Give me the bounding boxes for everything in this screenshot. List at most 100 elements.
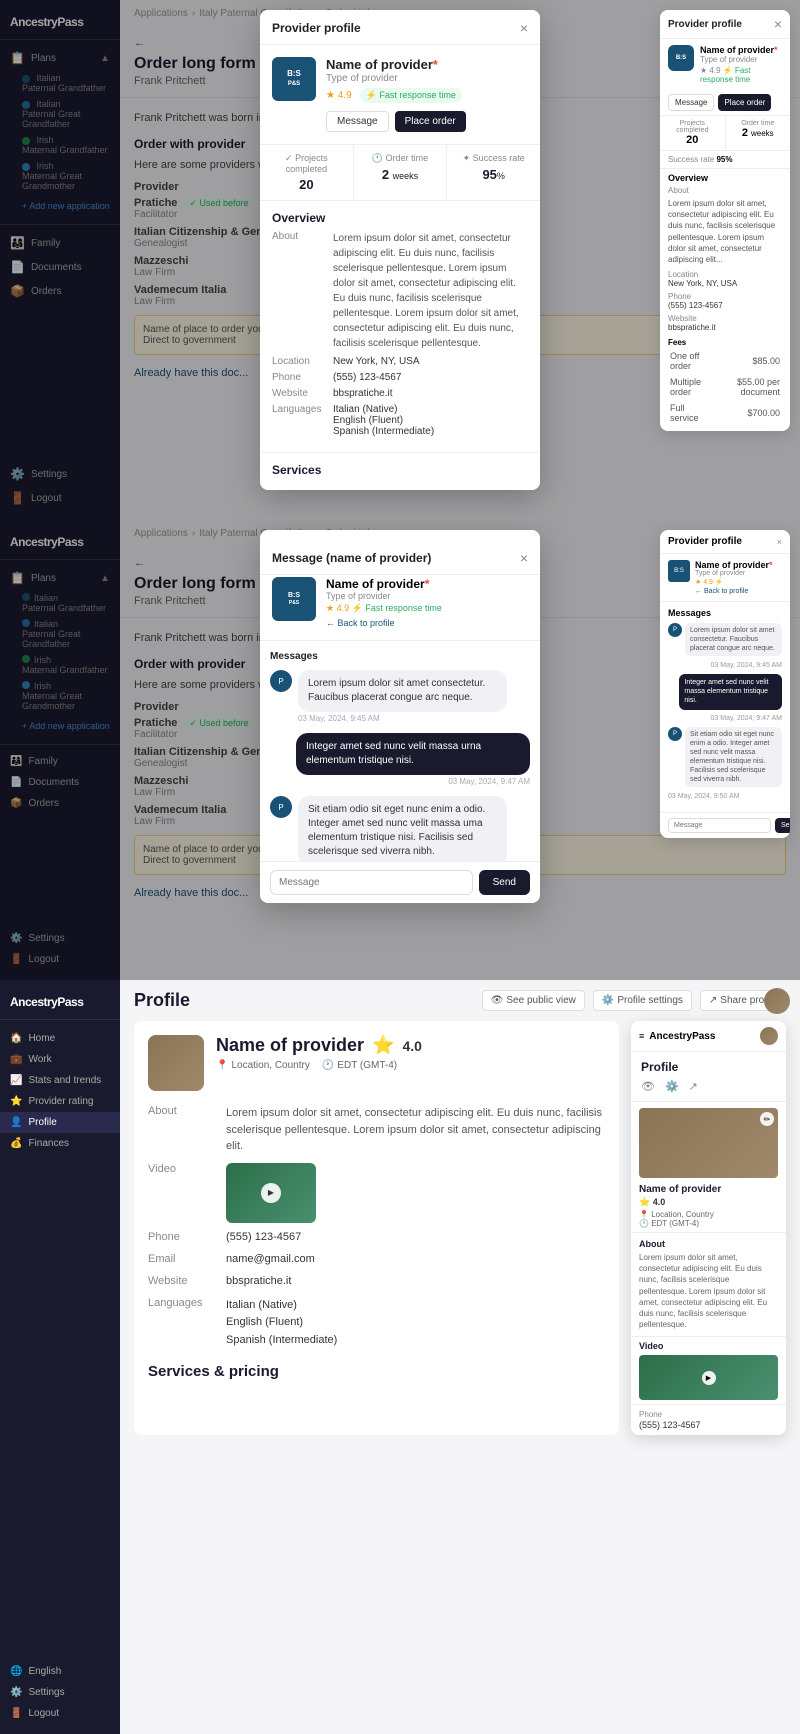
profile-languages-row: Languages Italian (Native)English (Fluen… (148, 1297, 605, 1350)
provider-profile-modal: Provider profile × B:SP&S Name of provid… (260, 10, 540, 490)
services-title-modal: Services (272, 463, 528, 477)
side-eye-icon[interactable]: 👁 (641, 1080, 655, 1093)
see-public-view-btn[interactable]: 👁 See public view (482, 990, 585, 1011)
provider-stats-1: ✓ Projects completed 20 🕐 Order time 2 w… (260, 144, 540, 201)
sidebar3-settings[interactable]: ⚙️Settings (0, 1682, 120, 1703)
stat-success-rate: ✦ Success rate 95% (447, 145, 540, 200)
message-provider-hero: B:SP&S Name of provider* Type of provide… (260, 565, 540, 641)
side-name-block: Name of provider ⭐ 4.0 📍 Location, Count… (631, 1184, 786, 1232)
overview-title: Overview (272, 211, 528, 225)
section-2: AncestryPass 📋Plans▲ ItalianPaternal Gra… (0, 520, 800, 980)
sidebar3-lang[interactable]: 🌐English (0, 1661, 120, 1682)
profile-website-row: Website bbspratiche.it (148, 1275, 605, 1291)
message-input-area: Send (260, 861, 540, 903)
stat-order-time: 🕐 Order time 2 weeks (354, 145, 448, 200)
provider-hero-1: B:SP&S Name of provider* Type of provide… (260, 45, 540, 144)
side-modal-user-avatar (760, 1027, 778, 1045)
behind-hero: B:S Name of provider* Type of provider ★… (660, 39, 790, 90)
sidebar3-rating[interactable]: ⭐Provider rating (0, 1091, 120, 1112)
languages-row: Languages Italian (Native)English (Fluen… (272, 404, 528, 437)
message-provider-logo: B:SP&S (272, 577, 316, 621)
sidebar3-home[interactable]: 🏠Home (0, 1028, 120, 1049)
behind-modal-header: Provider profile × (660, 10, 790, 39)
message-button[interactable]: Message (326, 111, 389, 132)
place-order-button[interactable]: Place order (395, 111, 466, 132)
services-pricing-section: Services & pricing (148, 1363, 605, 1380)
profile-phone-row: Phone (555) 123-4567 (148, 1231, 605, 1247)
profile-identity: Name of provider ⭐ 4.0 📍 Location, Count… (148, 1035, 605, 1091)
video-thumbnail[interactable]: ▶ (226, 1163, 316, 1223)
behind-msg-header: Provider profile × (660, 530, 790, 554)
sender-avatar-1: P (270, 670, 292, 692)
messages-container: Messages P Lorem ipsum dolor sit amet co… (260, 641, 540, 861)
sidebar3-finances[interactable]: 💰Finances (0, 1133, 120, 1154)
behind-message-input[interactable] (668, 818, 771, 833)
profile-about-row: About Lorem ipsum dolor sit amet, consec… (148, 1105, 605, 1155)
sidebar-3: AncestryPass 🏠Home 💼Work 📈Stats and tren… (0, 980, 120, 1734)
side-about-section: About Lorem ipsum dolor sit amet, consec… (631, 1232, 786, 1336)
sidebar3-profile[interactable]: 👤Profile (0, 1112, 120, 1133)
overview-section: Overview About Lorem ipsum dolor sit ame… (260, 201, 540, 453)
message-input-field[interactable] (270, 870, 473, 895)
provider-meta-1: ★ 4.9 ⚡ Fast response time (326, 88, 528, 103)
behind-message-btn[interactable]: Message (668, 94, 714, 111)
profile-settings-btn[interactable]: ⚙️ Profile settings (593, 990, 692, 1011)
behind-overview: Overview About Lorem ipsum dolor sit ame… (660, 168, 790, 431)
behind-success: Success rate 95% (660, 151, 790, 168)
behind-back-profile[interactable]: ← Back to profile (695, 588, 773, 595)
message-modal-title: Message (name of provider) (272, 551, 431, 565)
provider-logo-1: B:SP&S (272, 57, 316, 101)
profile-avatar (148, 1035, 204, 1091)
provider-actions-1: Message Place order (326, 111, 528, 132)
behind-place-btn[interactable]: Place order (718, 94, 771, 111)
play-icon[interactable]: ▶ (261, 1183, 281, 1203)
side-phone-section: Phone (555) 123-4567 (631, 1404, 786, 1435)
app-logo-3: AncestryPass (0, 980, 120, 1020)
side-gear-icon[interactable]: ⚙️ (665, 1080, 679, 1093)
behind-msg-close[interactable]: × (777, 537, 782, 547)
message-modal-header: Message (name of provider) × (260, 540, 540, 575)
side-video-section: Video ▶ (631, 1336, 786, 1404)
close-modal-button[interactable]: × (520, 20, 528, 36)
sidebar3-logout[interactable]: 🚪Logout (0, 1703, 120, 1724)
profile-full-name: Name of provider ⭐ 4.0 (216, 1035, 422, 1056)
behind-info: Name of provider* Type of provider ★ 4.9… (700, 45, 782, 84)
behind-close-button[interactable]: × (774, 16, 782, 32)
side-play-icon[interactable]: ▶ (702, 1371, 716, 1385)
services-section-modal: Services (260, 453, 540, 490)
phone-row: Phone (555) 123-4567 (272, 372, 528, 383)
behind-stat-projects: Projects completed 20 (660, 116, 726, 150)
location-row: Location New York, NY, USA (272, 356, 528, 367)
profile-meta: 📍 Location, Country 🕐 EDT (GMT-4) (216, 1060, 422, 1071)
services-title-3: Services & pricing (148, 1363, 605, 1380)
side-video-thumb[interactable]: ▶ (639, 1355, 778, 1400)
message-sent-1: Integer amet sed nunc velit massa urna e… (270, 733, 530, 786)
behind-actions: Message Place order (660, 90, 790, 115)
modal-header-1: Provider profile × (260, 10, 540, 45)
side-share-icon[interactable]: ↗ (689, 1080, 698, 1093)
message-modal: Message (name of provider) × B:SP&S Name… (260, 530, 540, 903)
behind-stat-time: Order time 2 weeks (726, 116, 791, 150)
sidebar3-stats[interactable]: 📈Stats and trends (0, 1070, 120, 1091)
behind-logo: B:S (668, 45, 694, 71)
message-close-button[interactable]: × (520, 550, 528, 566)
message-received-1: P Lorem ipsum dolor sit amet consectetur… (270, 670, 530, 723)
profile-content-area: Name of provider ⭐ 4.0 📍 Location, Count… (120, 1021, 800, 1449)
message-behind-modal: Provider profile × B:S Name of provider*… (660, 530, 790, 838)
section-1: AncestryPass 📋 Plans ▲ ItalianPaternal G… (0, 0, 800, 520)
sender-avatar-2: P (270, 796, 292, 818)
send-message-button[interactable]: Send (479, 870, 530, 895)
profile-video-row: Video ▶ (148, 1163, 605, 1223)
profile-action-bar: 👁 See public view ⚙️ Profile settings ↗ … (482, 990, 786, 1011)
msg-text-received-2: Sit etiam odio sit eget nunc enim a odio… (298, 796, 507, 861)
behind-send-btn[interactable]: Send (775, 818, 790, 833)
sidebar3-work[interactable]: 💼Work (0, 1049, 120, 1070)
msg-text-sent-1: Integer amet sed nunc velit massa urna e… (296, 733, 530, 775)
back-to-profile-link[interactable]: ← Back to profile (326, 618, 442, 628)
message-provider-info: Name of provider* Type of provider ★ 4.9… (326, 577, 442, 628)
side-edit-icon[interactable]: ✏ (760, 1112, 774, 1126)
profile-page-title: Profile (134, 990, 190, 1011)
fees-table: One off order$85.00 Multiple order$55.00… (668, 347, 782, 427)
side-avatar-container: ✏ (639, 1108, 778, 1178)
fast-badge-1: ⚡ Fast response time (360, 88, 462, 103)
